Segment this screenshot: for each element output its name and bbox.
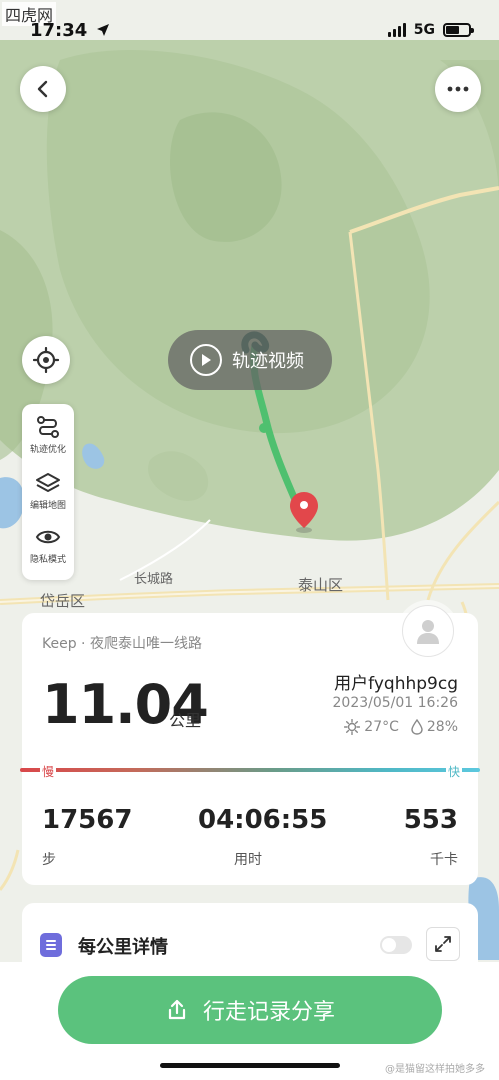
tool-edit-map[interactable]: 编辑地图: [22, 470, 74, 526]
distance-unit: 公里: [169, 711, 202, 730]
humidity: 28%: [426, 719, 458, 735]
duration-label: 用时: [234, 852, 262, 868]
share-icon: [168, 999, 186, 1020]
status-time: 17:34: [30, 20, 110, 41]
tool-label: 编辑地图: [29, 501, 66, 511]
layers-icon: [36, 473, 60, 492]
share-record-label: 行走记录分享: [202, 1000, 335, 1025]
steps-label: 步: [42, 852, 56, 868]
tool-label: 轨迹优化: [29, 445, 66, 455]
km-detail-title: 每公里详情: [78, 937, 168, 958]
map-label-district: 岱岳区: [40, 592, 86, 610]
km-detail-toggle[interactable]: [380, 936, 412, 954]
weather-info: 27°C 28%: [344, 719, 458, 735]
humidity-drop-icon: [411, 719, 423, 735]
more-dots-icon: [447, 86, 469, 92]
chevron-left-icon: [37, 80, 48, 98]
activity-subtitle: Keep · 夜爬泰山唯一线路: [42, 636, 202, 652]
map-label-road: 长城路: [134, 572, 174, 587]
play-icon: [190, 344, 222, 376]
locate-button[interactable]: [22, 336, 70, 384]
calories-value: 553: [403, 805, 458, 835]
temperature: 27°C: [364, 719, 399, 735]
activity-datetime: 2023/05/01 16:26: [332, 695, 459, 711]
network-type: 5G: [413, 22, 435, 38]
expand-button[interactable]: [426, 927, 460, 961]
back-button[interactable]: [20, 66, 66, 112]
share-record-button[interactable]: 行走记录分享: [58, 976, 442, 1044]
map-tool-panel: 轨迹优化 编辑地图 隐私模式: [22, 404, 74, 580]
duration-value: 04:06:55: [198, 805, 328, 835]
pace-fast-label: 快: [446, 763, 463, 780]
pace-slow-label: 慢: [40, 763, 57, 780]
crosshair-icon: [33, 347, 59, 373]
expand-icon: [435, 936, 451, 952]
steps-value: 17567: [42, 805, 133, 835]
calories-label: 千卡: [430, 852, 458, 868]
more-button[interactable]: [435, 66, 481, 112]
track-video-label: 轨迹视频: [232, 351, 304, 372]
location-arrow-icon: [96, 24, 109, 36]
track-video-button[interactable]: 轨迹视频: [168, 330, 332, 390]
user-name: 用户fyqhhp9cg: [334, 674, 458, 694]
signal-icon: [387, 23, 406, 37]
pace-gradient-bar: [20, 768, 480, 772]
watermark-bottom: @是猫留这样拍她多多: [385, 1064, 485, 1075]
home-indicator: [160, 1063, 340, 1068]
battery-icon: [443, 23, 474, 37]
status-bar: 17:34 5G: [0, 18, 499, 46]
tool-route-optimize[interactable]: 轨迹优化: [22, 414, 74, 470]
avatar[interactable]: [402, 605, 454, 657]
route-optimize-icon: [37, 416, 59, 438]
km-detail-icon: [40, 933, 62, 957]
eye-icon: [35, 530, 61, 544]
tool-label: 隐私模式: [29, 555, 66, 565]
tool-privacy-mode[interactable]: 隐私模式: [22, 524, 74, 580]
sun-icon: [344, 719, 361, 735]
map-label-district: 泰山区: [298, 576, 344, 594]
user-silhouette-icon: [417, 620, 439, 644]
